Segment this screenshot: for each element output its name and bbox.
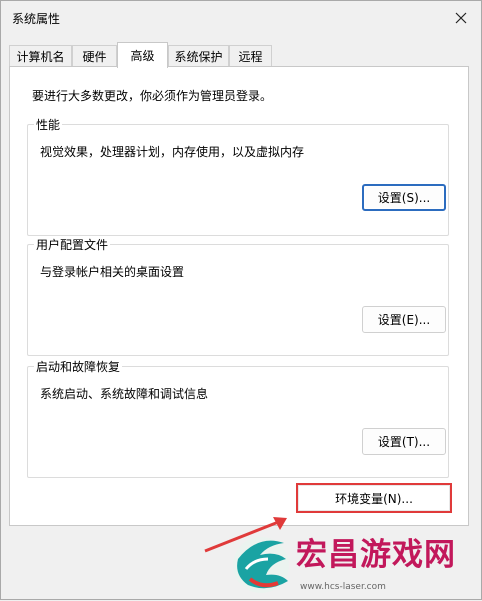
startup-recovery-settings-button[interactable]: 设置(T)... [362, 428, 446, 455]
watermark: 宏昌游戏网 www.hcs-laser.com [226, 527, 482, 601]
tab-system-protection[interactable]: 系统保护 [168, 45, 229, 66]
startup-recovery-group: 启动和故障恢复 系统启动、系统故障和调试信息 设置(T)... [27, 358, 449, 478]
environment-variables-button[interactable]: 环境变量(N)... [298, 485, 450, 511]
close-button[interactable] [447, 6, 475, 30]
logo-icon [233, 537, 289, 593]
startup-recovery-title: 启动和故障恢复 [34, 358, 123, 375]
performance-group: 性能 视觉效果，处理器计划，内存使用，以及虚拟内存 设置(S)... [27, 116, 449, 236]
window-title: 系统属性 [12, 12, 61, 26]
user-profiles-desc: 与登录帐户相关的桌面设置 [40, 265, 185, 279]
tab-hardware[interactable]: 硬件 [72, 45, 117, 66]
user-profiles-title: 用户配置文件 [34, 236, 111, 253]
user-profiles-group: 用户配置文件 与登录帐户相关的桌面设置 设置(E)... [27, 236, 449, 356]
close-icon [455, 12, 467, 24]
performance-desc: 视觉效果，处理器计划，内存使用，以及虚拟内存 [40, 145, 305, 159]
tab-computer-name[interactable]: 计算机名 [9, 45, 72, 66]
watermark-url: www.hcs-laser.com [300, 582, 386, 592]
tab-advanced[interactable]: 高级 [117, 42, 168, 68]
user-profiles-settings-button[interactable]: 设置(E)... [362, 306, 446, 333]
performance-settings-button[interactable]: 设置(S)... [362, 184, 446, 211]
system-properties-window: 系统属性 计算机名 硬件 高级 系统保护 远程 要进行大多数更改，你必须作为管理… [0, 0, 482, 600]
admin-notice: 要进行大多数更改，你必须作为管理员登录。 [32, 89, 273, 103]
advanced-panel: 要进行大多数更改，你必须作为管理员登录。 性能 视觉效果，处理器计划，内存使用，… [9, 66, 469, 526]
watermark-text: 宏昌游戏网 [296, 537, 456, 573]
performance-title: 性能 [34, 116, 63, 133]
tab-remote[interactable]: 远程 [229, 45, 272, 66]
title-bar: 系统属性 [1, 1, 481, 35]
startup-recovery-desc: 系统启动、系统故障和调试信息 [40, 387, 209, 401]
